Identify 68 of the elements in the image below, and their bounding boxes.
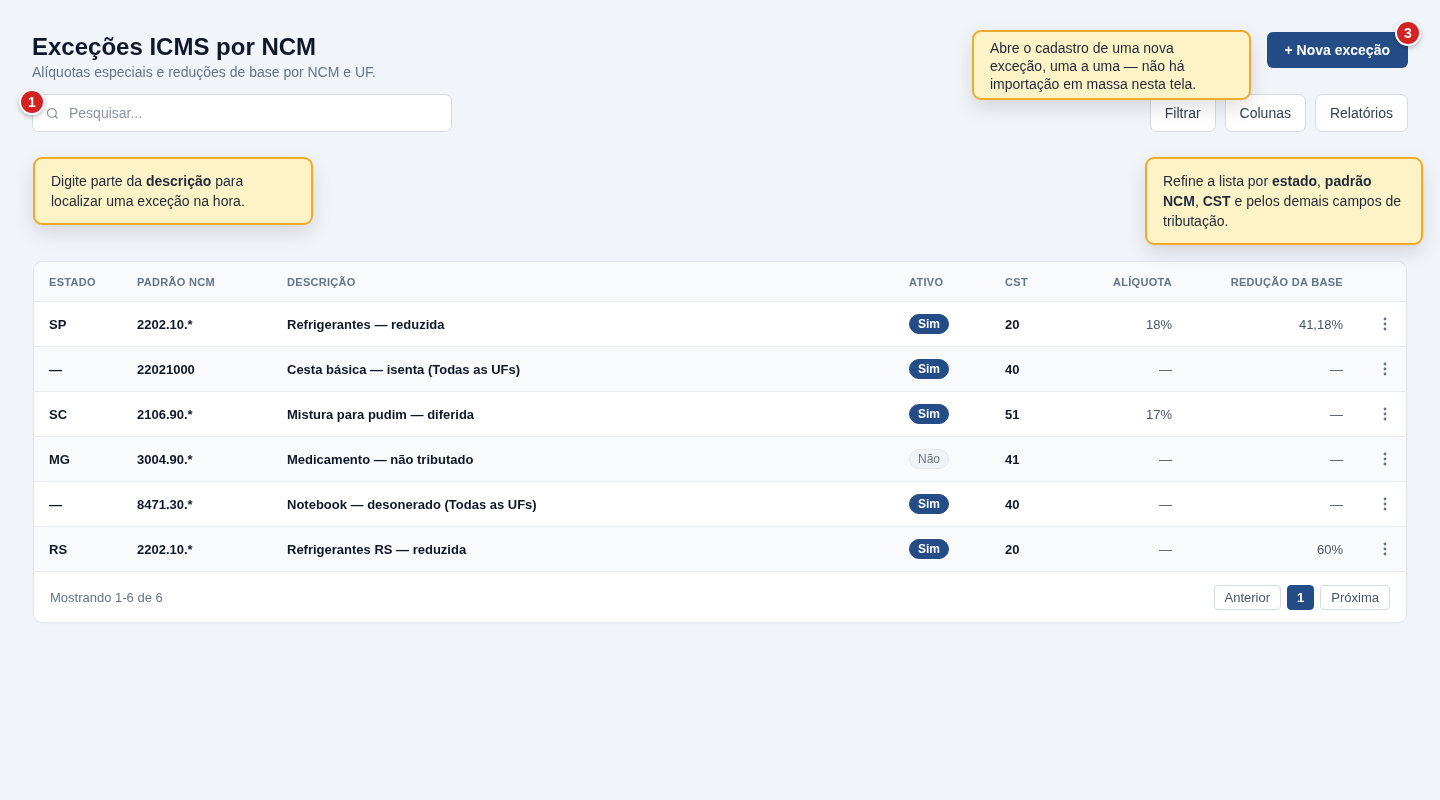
table-cell-text: 8471.30.* (137, 496, 194, 512)
status-badge: Não (909, 449, 949, 469)
table-cell-text: Medicamento — não tributado (287, 451, 475, 467)
toolbar-button[interactable]: Relatórios (1314, 94, 1408, 132)
table-cell-text: — (1158, 541, 1172, 557)
table-cell-text: — (1329, 406, 1343, 422)
more-icon[interactable] (1383, 497, 1387, 511)
tip-text: Refine a lista por estado, padrão NCM, CST e pelos demais campos de tributação. (1163, 173, 1402, 229)
table-cell-text: 22021000 (137, 361, 196, 377)
table-cell-text: Mistura para pudim — diferida (287, 406, 476, 422)
more-icon[interactable] (1383, 317, 1387, 331)
column-header: CST (1005, 275, 1029, 288)
more-icon[interactable] (1383, 407, 1387, 421)
status-badge: Sim (909, 359, 949, 379)
tip-text: Digite parte da descrição para localizar uma exceção na hora. (51, 173, 245, 209)
table-cell-text: 40 (1005, 361, 1021, 377)
table-cell-text: 17% (1144, 406, 1172, 422)
table-cell-text: RS (49, 541, 69, 557)
step-badge: 3 (1395, 20, 1421, 46)
column-header: PADRÃO NCM (137, 275, 216, 288)
table-cell-text: 41,18% (1297, 316, 1343, 332)
table-cell-text: — (1158, 496, 1172, 512)
table-cell-text: — (1329, 496, 1343, 512)
table-cell-text: 2106.90.* (137, 406, 194, 422)
pagination-button[interactable]: Próxima (1320, 584, 1390, 610)
status-badge: Sim (909, 539, 949, 559)
step-badge: 1 (19, 89, 45, 115)
page-subtitle: Alíquotas especiais e reduções de base por NCM e UF. (32, 64, 376, 80)
pagination-button[interactable]: Anterior (1213, 584, 1282, 610)
table-cell-text: 41 (1005, 451, 1021, 467)
table-cell-text: — (1329, 451, 1343, 467)
table-cell-text: 20 (1005, 541, 1021, 557)
column-header: ATIVO (909, 275, 945, 288)
table-cell-text: 51 (1005, 406, 1021, 422)
tip-text: Abre o cadastro de uma nova exceção, uma a uma — não há importação em massa nesta tela. (990, 40, 1197, 92)
table-cell-text: — (1329, 361, 1343, 377)
table-cell-text: 18% (1144, 316, 1172, 332)
table-cell-text: Refrigerantes RS — reduzida (287, 541, 468, 557)
table-cell-text: — (1158, 361, 1172, 377)
status-badge: Sim (909, 314, 949, 334)
table-cell-text: SC (49, 406, 69, 422)
more-icon[interactable] (1383, 362, 1387, 376)
table-cell-text: 60% (1315, 541, 1343, 557)
column-header: ALÍQUOTA (1111, 275, 1172, 288)
table-cell-text: SP (49, 316, 68, 332)
more-icon[interactable] (1383, 452, 1387, 466)
table-cell-text: 20 (1005, 316, 1021, 332)
column-header: DESCRIÇÃO (287, 275, 357, 288)
table-cell-text: Cesta básica — isenta (Todas as UFs) (287, 361, 522, 377)
results-summary: Mostrando 1-6 de 6 (50, 589, 163, 605)
column-header: REDUÇÃO DA BASE (1229, 275, 1343, 288)
table-cell-text: MG (49, 451, 71, 467)
page-title: Exceções ICMS por NCM (32, 32, 318, 62)
column-header: ESTADO (49, 275, 97, 288)
status-badge: Sim (909, 404, 949, 424)
table-cell-text: Notebook — desonerado (Todas as UFs) (287, 496, 538, 512)
table-cell-text: 40 (1005, 496, 1021, 512)
table-cell-text: 2202.10.* (137, 316, 194, 332)
toolbar-button[interactable]: Colunas (1224, 94, 1306, 132)
table-cell-text: 3004.90.* (137, 451, 194, 467)
table-cell-text: — (49, 361, 63, 377)
table-cell-text: — (1158, 451, 1172, 467)
table-cell-text: 2202.10.* (137, 541, 194, 557)
table-cell-text: Refrigerantes — reduzida (287, 316, 446, 332)
page-button[interactable]: 1 (1287, 584, 1315, 610)
table-cell-text: — (49, 496, 63, 512)
status-badge: Sim (909, 494, 949, 514)
more-icon[interactable] (1383, 542, 1387, 556)
